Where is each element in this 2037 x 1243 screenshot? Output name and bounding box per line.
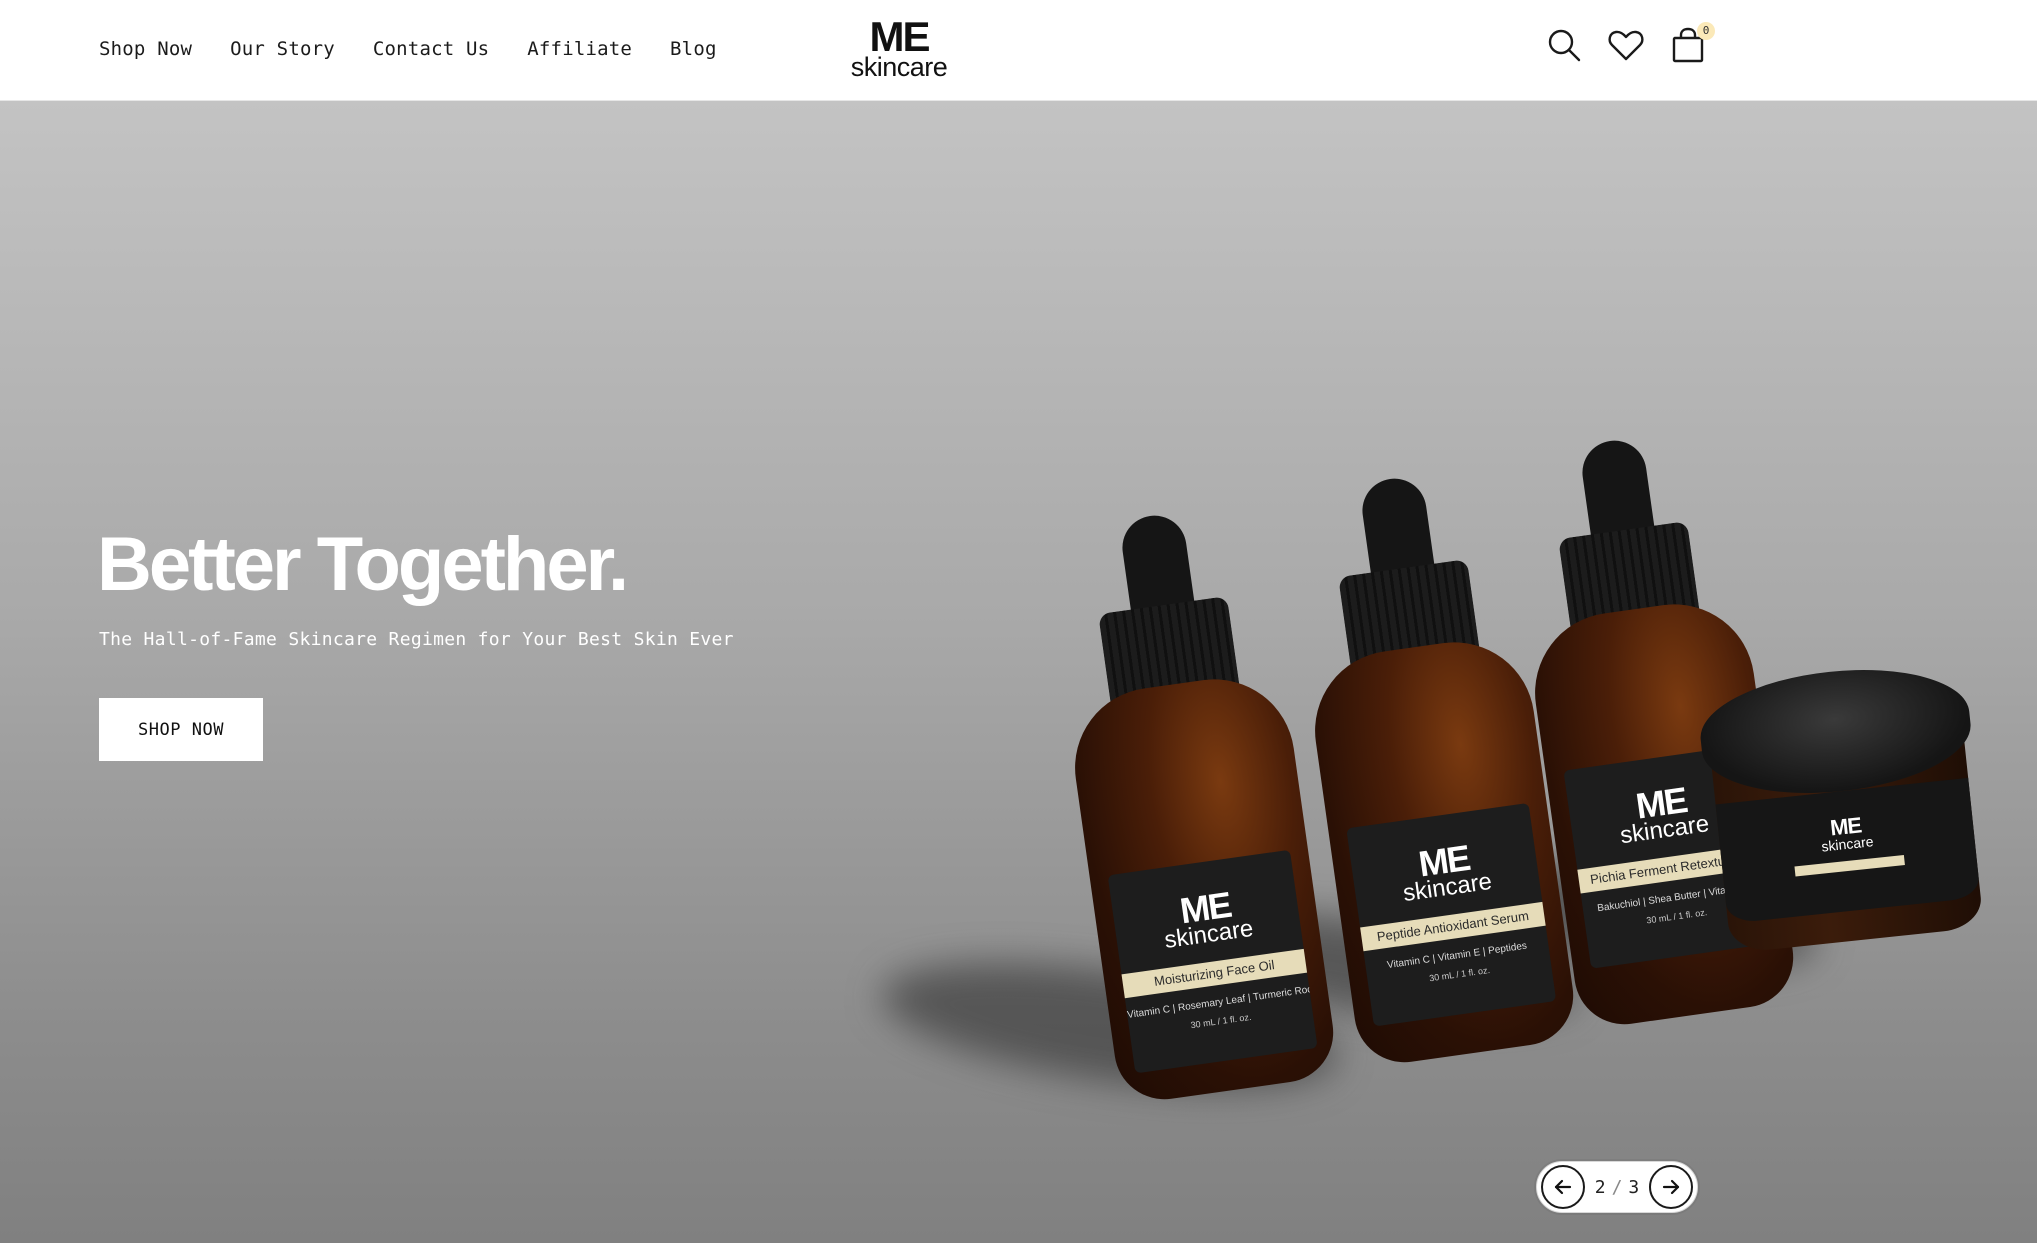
heart-icon: [1608, 30, 1644, 61]
slider-prev-button[interactable]: [1541, 1165, 1585, 1209]
slider-next-button[interactable]: [1649, 1165, 1693, 1209]
nav-blog[interactable]: Blog: [670, 38, 717, 60]
logo-word: skincare: [850, 52, 948, 82]
slider-controls: 2 / 3: [1536, 1161, 1698, 1213]
arrow-left-icon: [1554, 1179, 1572, 1195]
main-nav: Shop Now Our Story Contact Us Affiliate …: [99, 38, 717, 60]
product-bottle-retexturizer: ME skincare Pichia Ferment Retexturizer …: [1501, 426, 1800, 1031]
header-icons: 0: [1545, 22, 1715, 64]
search-button[interactable]: [1545, 26, 1583, 64]
nav-our-story[interactable]: Our Story: [230, 38, 335, 60]
site-logo[interactable]: ME skincare: [846, 13, 952, 82]
cart-button[interactable]: 0: [1669, 22, 1715, 64]
hero-banner: Better Together. The Hall-of-Fame Skinca…: [0, 101, 2037, 1243]
product-jar: ME skincare: [1695, 657, 1995, 985]
product-bottle-face-oil: ME skincare Moisturizing Face Oil Vitami…: [1041, 501, 1340, 1106]
slide-counter: 2 / 3: [1595, 1177, 1640, 1198]
search-icon: [1548, 29, 1581, 62]
wishlist-button[interactable]: [1607, 26, 1645, 64]
logo-mark: ME: [869, 13, 931, 60]
nav-shop-now[interactable]: Shop Now: [99, 38, 192, 60]
slide-current: 2: [1594, 1176, 1606, 1198]
arrow-right-icon: [1662, 1179, 1680, 1195]
nav-contact-us[interactable]: Contact Us: [373, 38, 489, 60]
slide-separator: /: [1611, 1176, 1623, 1198]
site-header: Shop Now Our Story Contact Us Affiliate …: [0, 0, 2037, 101]
shop-now-button[interactable]: SHOP NOW: [99, 698, 263, 761]
hero-title: Better Together.: [97, 522, 629, 607]
nav-affiliate[interactable]: Affiliate: [527, 38, 632, 60]
product-image: ME skincare Moisturizing Face Oil Vitami…: [860, 331, 2010, 1151]
slide-total: 3: [1628, 1176, 1640, 1198]
product-bottle-serum: ME skincare Peptide Antioxidant Serum Vi…: [1281, 464, 1580, 1069]
cart-count-badge: 0: [1697, 22, 1715, 40]
hero-subtitle: The Hall-of-Fame Skincare Regimen for Yo…: [99, 629, 734, 650]
